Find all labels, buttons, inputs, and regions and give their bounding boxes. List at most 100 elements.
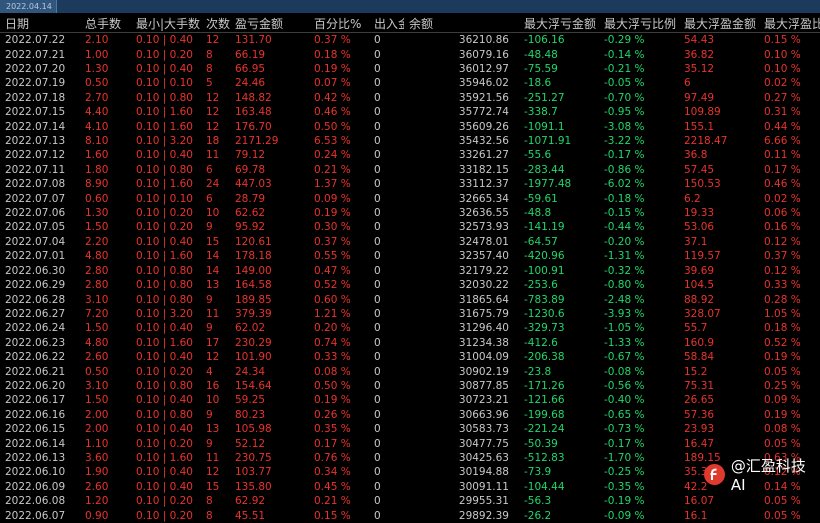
column-header-trade-count[interactable]: 次数 (201, 15, 230, 33)
cell-date: 2022.06.23 (5, 336, 66, 349)
cell-max-floating-loss: -73.9 (524, 466, 552, 479)
table-row[interactable]: 2022.06.20 3.10 0.10 | 0.80 16 154.64 0.50 % 0… (0, 379, 820, 393)
column-header-total-lots[interactable]: 总手数 (80, 15, 131, 33)
cell-balance: 30583.73 (458, 423, 509, 436)
cell-max-floating-profit-ratio: 0.10 % (764, 63, 801, 76)
table-row[interactable]: 2022.06.16 2.00 0.10 | 0.80 9 80.23 0.26 % 0 30… (0, 408, 820, 422)
table-row[interactable]: 2022.06.17 1.50 0.10 | 0.40 10 59.25 0.19 % 0 3… (0, 393, 820, 407)
cell-max-floating-loss: -253.6 (524, 279, 558, 292)
cell-profit-loss: 103.77 (235, 466, 272, 479)
table-row[interactable]: 2022.07.15 4.40 0.10 | 1.60 12 163.48 0.46 % 0… (0, 105, 820, 119)
cell-deposit-withdrawal: 0 (374, 120, 381, 133)
table-row[interactable]: 2022.07.14 4.10 0.10 | 1.60 12 176.70 0.50 % 0… (0, 119, 820, 133)
cell-max-floating-profit-ratio: 0.19 % (764, 408, 801, 421)
table-row[interactable]: 2022.07.22 2.10 0.10 | 0.40 12 131.70 0.37 % 0… (0, 33, 820, 48)
table-row[interactable]: 2022.06.09 2.60 0.10 | 0.40 15 135.80 0.45 % 0… (0, 480, 820, 494)
cell-max-floating-loss-ratio: -0.21 % (604, 63, 645, 76)
cell-max-floating-loss-ratio: -0.73 % (604, 423, 645, 436)
table-row[interactable]: 2022.07.12 1.60 0.10 | 0.40 11 79.12 0.24 % 0 3… (0, 148, 820, 162)
cell-balance: 31296.40 (458, 322, 509, 335)
table-row[interactable]: 2022.06.23 4.80 0.10 | 1.60 17 230.29 0.74 % 0… (0, 336, 820, 350)
cell-date: 2022.06.10 (5, 466, 66, 479)
column-header-max-floating-profit-ratio[interactable]: 最大浮盈比例 (759, 15, 820, 33)
cell-trade-count: 6 (206, 192, 213, 205)
cell-max-floating-loss-ratio: -1.33 % (604, 336, 645, 349)
cell-date: 2022.07.08 (5, 178, 66, 191)
cell-total-lots: 1.90 (85, 466, 109, 479)
table-row[interactable]: 2022.06.30 2.80 0.10 | 0.80 14 149.00 0.47 % 0… (0, 264, 820, 278)
cell-max-floating-loss-ratio: -0.67 % (604, 351, 645, 364)
cell-min-max-lots: 0.10 | 3.20 (136, 307, 193, 320)
column-header-max-floating-profit[interactable]: 最大浮盈金额 (679, 15, 759, 33)
table-row[interactable]: 2022.06.10 1.90 0.10 | 0.40 12 103.77 0.34 % 0… (0, 465, 820, 479)
column-header-balance[interactable]: 余额 (404, 15, 519, 33)
table-row[interactable]: 2022.07.04 2.20 0.10 | 0.40 15 120.61 0.37 % 0… (0, 235, 820, 249)
cell-max-floating-profit: 150.53 (684, 178, 721, 191)
cell-trade-count: 12 (206, 120, 220, 133)
table-row[interactable]: 2022.06.15 2.00 0.10 | 0.40 13 105.98 0.35 % 0… (0, 422, 820, 436)
table-row[interactable]: 2022.07.21 1.00 0.10 | 0.20 8 66.19 0.18 % 0 36… (0, 47, 820, 61)
cell-deposit-withdrawal: 0 (374, 279, 381, 292)
column-header-deposit-withdrawal[interactable]: 出入金 (369, 15, 404, 33)
cell-min-max-lots: 0.10 | 0.40 (136, 351, 193, 364)
table-row[interactable]: 2022.07.20 1.30 0.10 | 0.40 8 66.95 0.19 % 0 36… (0, 62, 820, 76)
cell-min-max-lots: 0.10 | 1.60 (136, 106, 193, 119)
cell-max-floating-profit: 119.57 (684, 250, 721, 263)
cell-max-floating-profit: 88.92 (684, 293, 715, 306)
table-row[interactable]: 2022.07.19 0.50 0.10 | 0.10 5 24.46 0.07 % 0 35… (0, 76, 820, 90)
table-row[interactable]: 2022.06.08 1.20 0.10 | 0.20 8 62.92 0.21 % 0 29… (0, 494, 820, 508)
cell-max-floating-loss: -1071.91 (524, 135, 572, 148)
report-tab[interactable]: 2022.04.14 (0, 0, 57, 13)
cell-max-floating-profit: 19.33 (684, 207, 715, 220)
cell-balance: 32179.22 (458, 264, 509, 277)
cell-total-lots: 2.80 (85, 279, 109, 292)
table-row[interactable]: 2022.07.13 8.10 0.10 | 3.20 18 2171.29 6.53 %… (0, 134, 820, 148)
column-header-percent[interactable]: 百分比% (309, 15, 369, 33)
column-header-max-floating-loss-ratio[interactable]: 最大浮亏比例 (599, 15, 679, 33)
table-row[interactable]: 2022.06.28 3.10 0.10 | 0.80 9 189.85 0.60 % 0 3… (0, 292, 820, 306)
cell-date: 2022.06.29 (5, 279, 66, 292)
cell-max-floating-profit-ratio: 0.17 % (764, 163, 801, 176)
column-header-date[interactable]: 日期 (0, 15, 80, 33)
cell-deposit-withdrawal: 0 (374, 192, 381, 205)
cell-total-lots: 4.80 (85, 336, 109, 349)
cell-max-floating-loss: -783.89 (524, 293, 565, 306)
table-row[interactable]: 2022.06.24 1.50 0.10 | 0.40 9 62.02 0.20 % 0 31… (0, 321, 820, 335)
table-row[interactable]: 2022.06.13 3.60 0.10 | 1.60 11 230.75 0.76 % 0… (0, 451, 820, 465)
table-row[interactable]: 2022.06.27 7.20 0.10 | 3.20 11 379.39 1.21 % 0… (0, 307, 820, 321)
cell-max-floating-loss: -50.39 (524, 437, 558, 450)
table-row[interactable]: 2022.07.11 1.80 0.10 | 0.80 6 69.78 0.21 % 0 33… (0, 163, 820, 177)
cell-profit-loss: 45.51 (235, 509, 266, 522)
table-row[interactable]: 2022.07.08 8.90 0.10 | 1.60 24 447.03 1.37 % 0… (0, 177, 820, 191)
table-row[interactable]: 2022.06.22 2.60 0.10 | 0.40 12 101.90 0.33 % 0… (0, 350, 820, 364)
table-row[interactable]: 2022.07.01 4.80 0.10 | 1.60 14 178.18 0.55 % 0… (0, 249, 820, 263)
table-row[interactable]: 2022.06.07 0.90 0.10 | 0.20 8 45.51 0.15 % 0 29… (0, 508, 820, 522)
cell-max-floating-loss-ratio: -0.18 % (604, 192, 645, 205)
cell-total-lots: 1.50 (85, 221, 109, 234)
table-row[interactable]: 2022.07.07 0.60 0.10 | 0.10 6 28.79 0.09 % 0 32… (0, 191, 820, 205)
cell-profit-loss: 189.85 (235, 293, 272, 306)
cell-min-max-lots: 0.10 | 0.40 (136, 63, 193, 76)
table-row[interactable]: 2022.07.05 1.50 0.10 | 0.20 9 95.92 0.30 % 0 32… (0, 220, 820, 234)
cell-deposit-withdrawal: 0 (374, 63, 381, 76)
cell-deposit-withdrawal: 0 (374, 91, 381, 104)
cell-profit-loss: 178.18 (235, 250, 272, 263)
cell-min-max-lots: 0.10 | 0.80 (136, 163, 193, 176)
cell-balance: 30663.96 (458, 408, 509, 421)
column-header-max-floating-loss[interactable]: 最大浮亏金额 (519, 15, 599, 33)
column-header-min-max-lots[interactable]: 最小|大手数 (131, 15, 201, 33)
table-row[interactable]: 2022.06.14 1.10 0.10 | 0.20 9 52.12 0.17 % 0 30… (0, 436, 820, 450)
table-row[interactable]: 2022.07.18 2.70 0.10 | 0.80 12 148.82 0.42 % 0… (0, 91, 820, 105)
cell-trade-count: 9 (206, 437, 213, 450)
cell-max-floating-loss-ratio: -0.17 % (604, 149, 645, 162)
cell-percent: 0.19 % (314, 207, 351, 220)
table-row[interactable]: 2022.06.29 2.80 0.10 | 0.80 13 164.58 0.52 % 0… (0, 278, 820, 292)
cell-trade-count: 13 (206, 423, 220, 436)
table-row[interactable]: 2022.07.06 1.30 0.10 | 0.20 10 62.62 0.19 % 0 3… (0, 206, 820, 220)
cell-date: 2022.07.12 (5, 149, 66, 162)
cell-max-floating-loss: -56.3 (524, 495, 552, 508)
cell-balance: 30477.75 (458, 437, 509, 450)
column-header-profit-loss[interactable]: 盈亏金额 (230, 15, 309, 33)
cell-date: 2022.07.05 (5, 221, 66, 234)
table-row[interactable]: 2022.06.21 0.50 0.10 | 0.20 4 24.34 0.08 % 0 30… (0, 364, 820, 378)
